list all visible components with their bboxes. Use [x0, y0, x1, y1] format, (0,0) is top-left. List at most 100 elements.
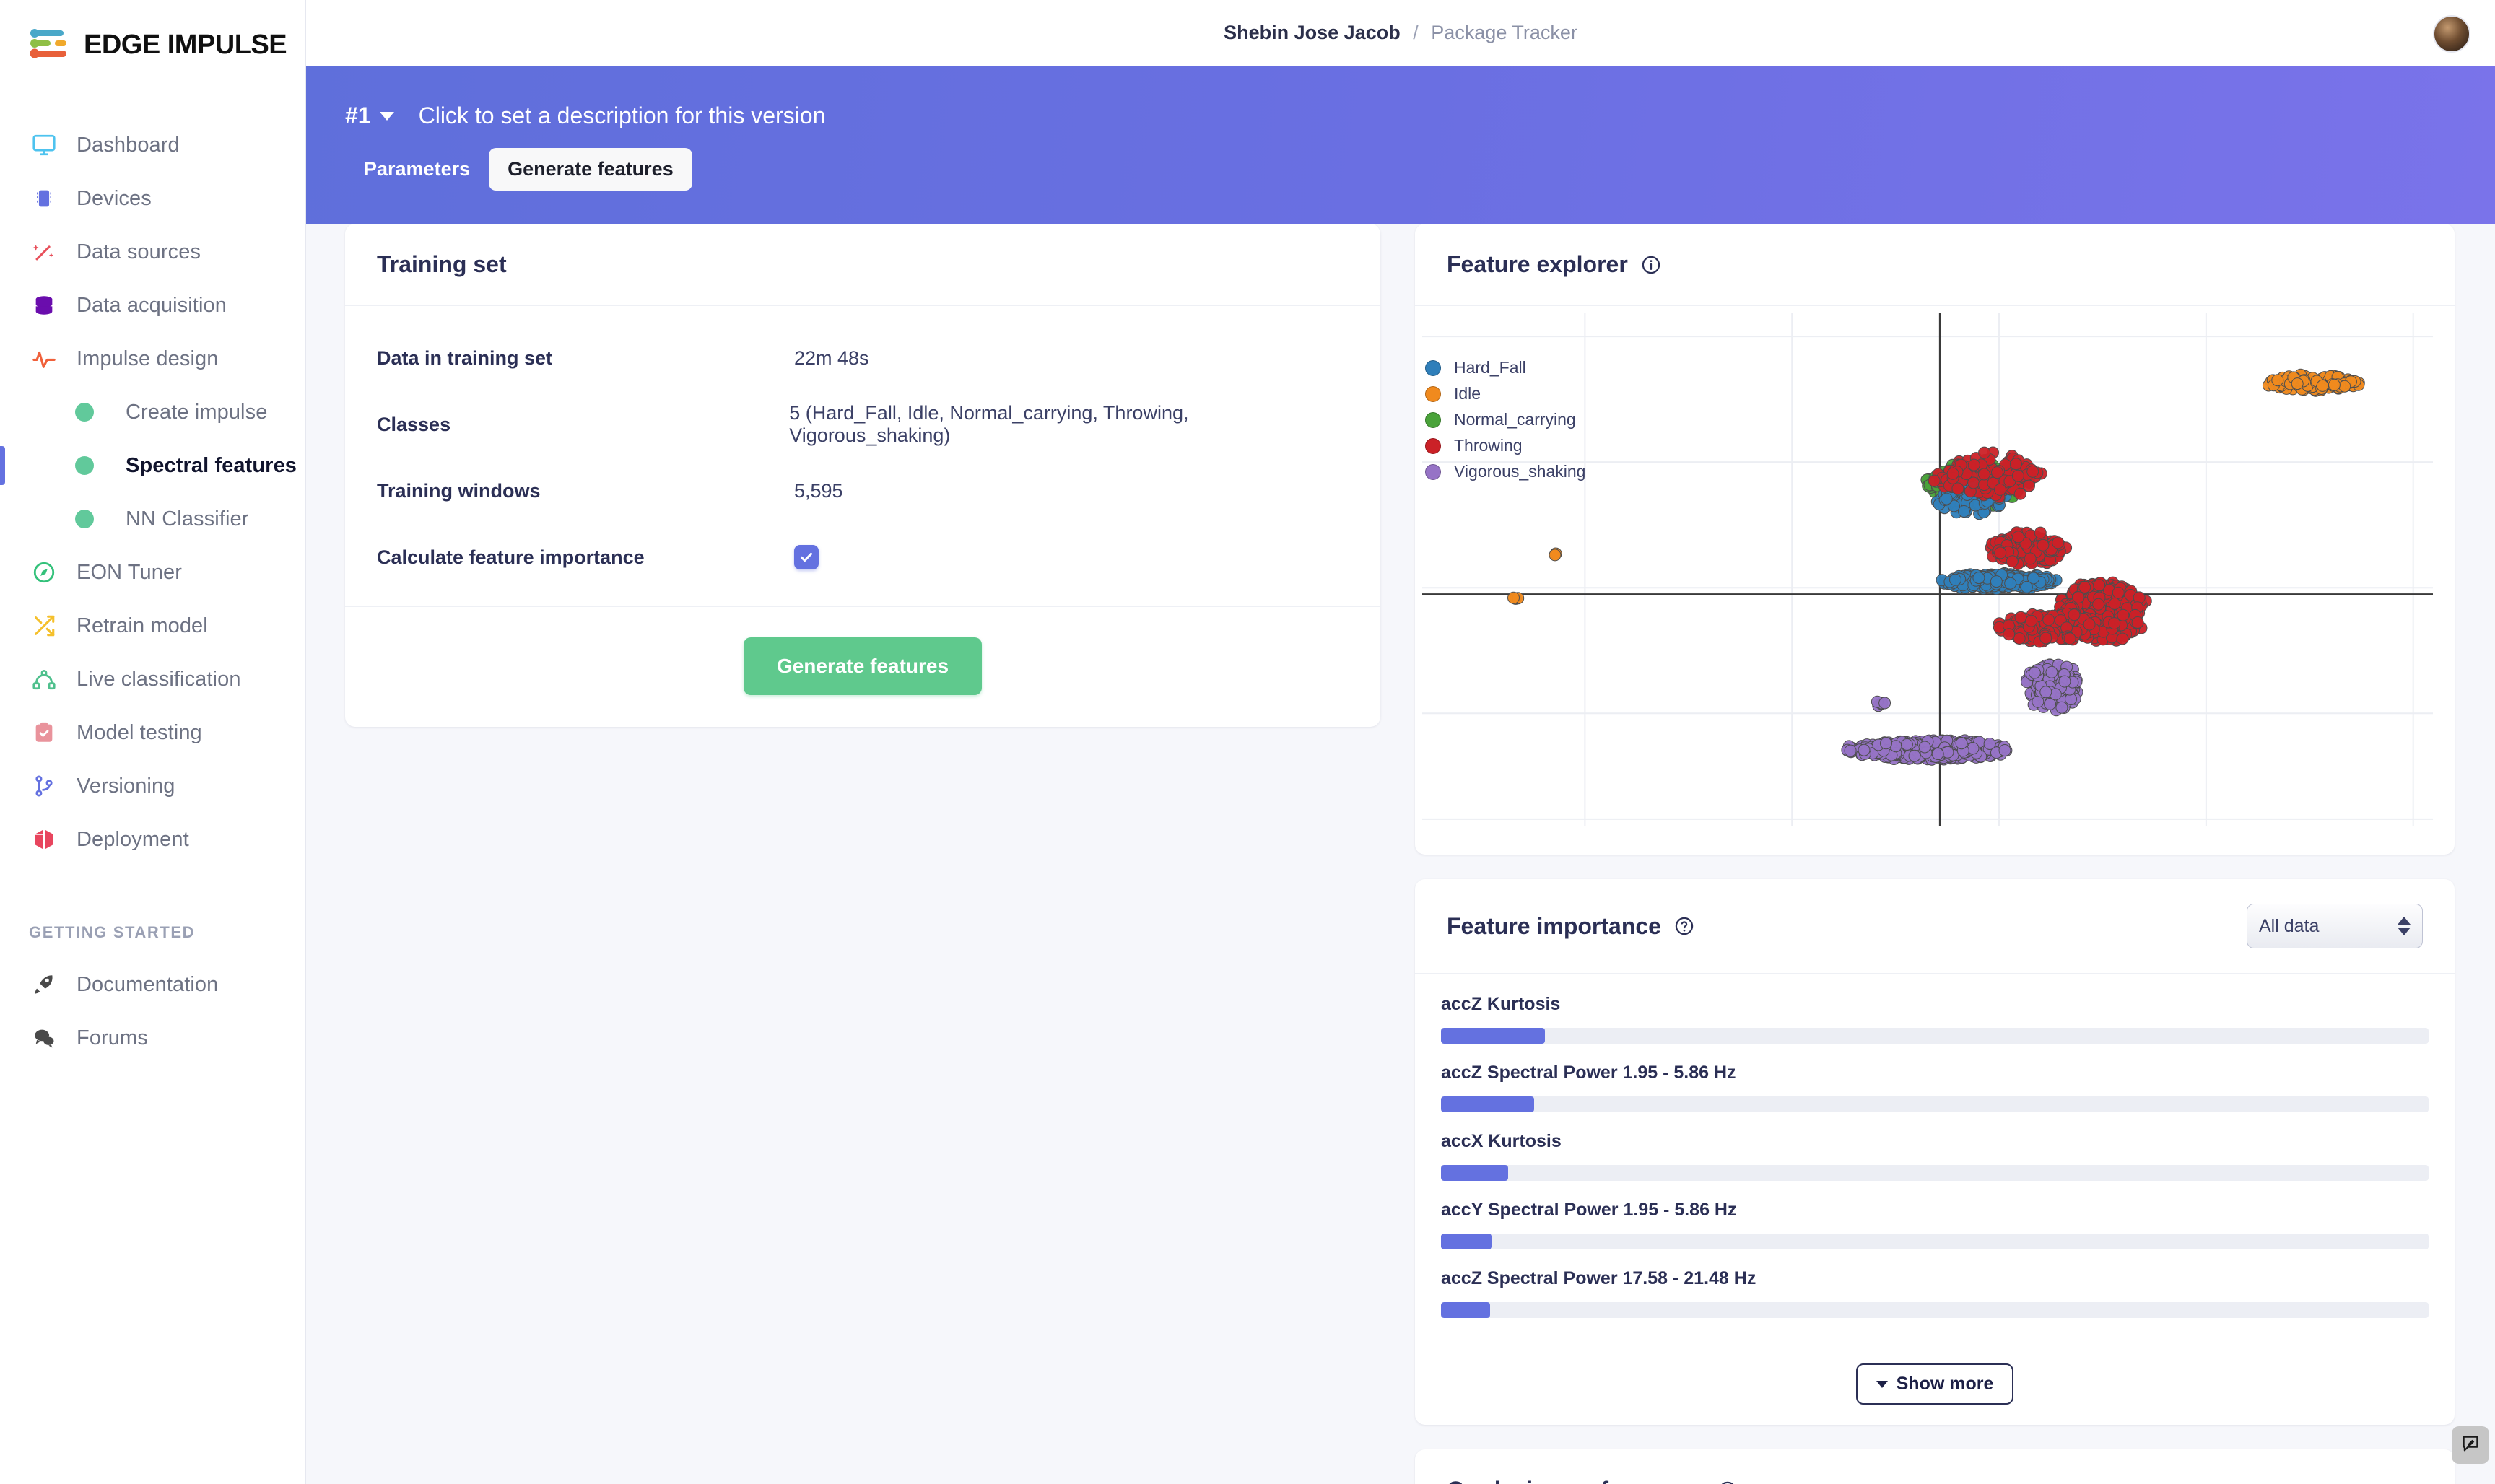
sidebar-nav: Dashboard Devices Data sources Data acqu… [0, 118, 305, 1065]
sidebar-item-label: EON Tuner [77, 560, 182, 584]
sidebar-item-retrain-model[interactable]: Retrain model [0, 599, 305, 652]
sidebar-item-deployment[interactable]: Deployment [0, 813, 305, 866]
chevron-down-icon [1876, 1380, 1888, 1388]
breadcrumb-owner[interactable]: Shebin Jose Jacob [1224, 22, 1401, 43]
sidebar-item-nn-classifier[interactable]: NN Classifier [0, 492, 305, 546]
shuffle-icon [29, 611, 59, 641]
brand-logo[interactable]: EDGE IMPULSE [0, 0, 305, 62]
main-content: Training set Data in training set 22m 48… [306, 224, 2495, 1484]
feature-importance-footer: Show more [1415, 1343, 2455, 1425]
sidebar-item-label: Forums [77, 1026, 148, 1049]
legend-item[interactable]: Hard_Fall [1425, 358, 1585, 377]
legend-item[interactable]: Normal_carrying [1425, 410, 1585, 429]
sidebar-item-label: Impulse design [77, 346, 219, 370]
sidebar-item-label: Data sources [77, 240, 201, 263]
sidebar-item-documentation[interactable]: Documentation [0, 958, 305, 1011]
feature-importance-item: accX Kurtosis [1441, 1131, 2429, 1181]
sidebar-item-dashboard[interactable]: Dashboard [0, 118, 305, 172]
edge-impulse-logo-icon [29, 27, 71, 62]
feature-name: accX Kurtosis [1441, 1131, 1562, 1151]
sidebar-item-label: Devices [77, 186, 152, 210]
legend-label: Idle [1454, 384, 1481, 403]
sidebar-item-data-acquisition[interactable]: Data acquisition [0, 279, 305, 332]
feature-explorer-card: Feature explorer Hard_Fall Idle Normal_c… [1415, 224, 2455, 855]
sidebar-item-label: Versioning [77, 774, 175, 798]
sidebar-item-label: Spectral features [126, 453, 297, 477]
breadcrumb: Shebin Jose Jacob / Package Tracker [1224, 22, 1577, 44]
feedback-widget-button[interactable] [2452, 1426, 2489, 1464]
brand-name: EDGE IMPULSE [84, 29, 287, 60]
filter-selected-value: All data [2259, 915, 2320, 936]
compass-icon [29, 557, 59, 588]
sidebar-item-eon-tuner[interactable]: EON Tuner [0, 546, 305, 599]
active-indicator [0, 446, 5, 485]
feature-importance-filter-select[interactable]: All data [2247, 904, 2423, 948]
row-label: Data in training set [377, 346, 553, 369]
tab-generate-features[interactable]: Generate features [489, 148, 692, 191]
legend-color-swatch [1425, 411, 1441, 428]
database-icon [29, 290, 59, 320]
chevron-down-icon[interactable] [379, 111, 394, 121]
sidebar-item-label: NN Classifier [126, 507, 249, 531]
version-description[interactable]: Click to set a description for this vers… [419, 102, 826, 129]
training-set-title: Training set [377, 251, 507, 277]
sidebar-item-model-testing[interactable]: Model testing [0, 706, 305, 759]
feature-bar-track [1441, 1028, 2429, 1044]
feature-importance-item: accZ Kurtosis [1441, 994, 2429, 1044]
feature-importance-item: accZ Spectral Power 17.58 - 21.48 Hz [1441, 1268, 2429, 1318]
sidebar-item-label: Model testing [77, 720, 202, 744]
sidebar-item-data-sources[interactable]: Data sources [0, 225, 305, 279]
feature-bar-fill [1441, 1096, 1534, 1112]
sidebar-item-impulse-design[interactable]: Impulse design [0, 332, 305, 385]
feature-explorer-plot[interactable]: Hard_Fall Idle Normal_carrying Throwing … [1415, 306, 2455, 855]
sidebar-item-live-classification[interactable]: Live classification [0, 652, 305, 706]
sidebar-item-devices[interactable]: Devices [0, 172, 305, 225]
feature-bar-track [1441, 1302, 2429, 1318]
info-circle-icon[interactable] [1641, 255, 1661, 275]
sidebar-item-create-impulse[interactable]: Create impulse [0, 385, 305, 439]
sidebar: EDGE IMPULSE Dashboard Devices Data sour… [0, 0, 306, 1484]
row-label: Calculate feature importance [377, 546, 645, 568]
legend-item[interactable]: Vigorous_shaking [1425, 462, 1585, 481]
top-bar: Shebin Jose Jacob / Package Tracker [306, 0, 2495, 66]
training-set-footer: Generate features [345, 606, 1380, 727]
sidebar-item-label: Create impulse [126, 400, 268, 424]
breadcrumb-project[interactable]: Package Tracker [1431, 22, 1577, 43]
help-circle-icon[interactable] [1717, 1480, 1738, 1484]
calculate-feature-importance-checkbox[interactable] [794, 545, 819, 569]
show-more-button[interactable]: Show more [1855, 1363, 2014, 1405]
sidebar-section-title: GETTING STARTED [29, 923, 196, 941]
sidebar-item-spectral-features[interactable]: Spectral features [0, 439, 305, 492]
feature-importance-list: accZ Kurtosis accZ Spectral Power 1.95 -… [1415, 974, 2455, 1343]
on-device-performance-header: On-device performance [1415, 1449, 2455, 1484]
legend-label: Throwing [1454, 436, 1523, 455]
status-dot-icon [75, 510, 94, 528]
training-set-body: Data in training set 22m 48s Classes 5 (… [345, 306, 1380, 606]
training-set-header: Training set [345, 224, 1380, 306]
status-dot-icon [75, 456, 94, 475]
git-branch-icon [29, 771, 59, 801]
sidebar-item-label: Live classification [77, 667, 241, 691]
chart-legend: Hard_Fall Idle Normal_carrying Throwing … [1425, 358, 1585, 481]
tab-parameters[interactable]: Parameters [345, 148, 489, 191]
legend-label: Vigorous_shaking [1454, 462, 1586, 481]
sidebar-item-versioning[interactable]: Versioning [0, 759, 305, 813]
row-value: 22m 48s [794, 346, 869, 369]
version-number[interactable]: #1 [345, 102, 371, 129]
avatar[interactable] [2433, 15, 2470, 53]
legend-item[interactable]: Idle [1425, 384, 1585, 403]
sidebar-item-label: Retrain model [77, 614, 208, 637]
legend-item[interactable]: Throwing [1425, 436, 1585, 455]
version-row: #1 Click to set a description for this v… [306, 66, 2495, 129]
rocket-icon [29, 969, 59, 1000]
chat-icon [29, 1023, 59, 1053]
cube-icon [29, 824, 59, 855]
generate-features-button[interactable]: Generate features [743, 637, 983, 695]
help-circle-icon[interactable] [1674, 916, 1694, 936]
on-device-performance-title: On-device performance [1447, 1477, 1704, 1484]
sidebar-item-forums[interactable]: Forums [0, 1011, 305, 1065]
feature-name: accZ Spectral Power 17.58 - 21.48 Hz [1441, 1268, 1756, 1288]
pulse-icon [29, 344, 59, 374]
feature-bar-fill [1441, 1302, 1491, 1318]
right-column: Feature explorer Hard_Fall Idle Normal_c… [1415, 224, 2455, 1484]
